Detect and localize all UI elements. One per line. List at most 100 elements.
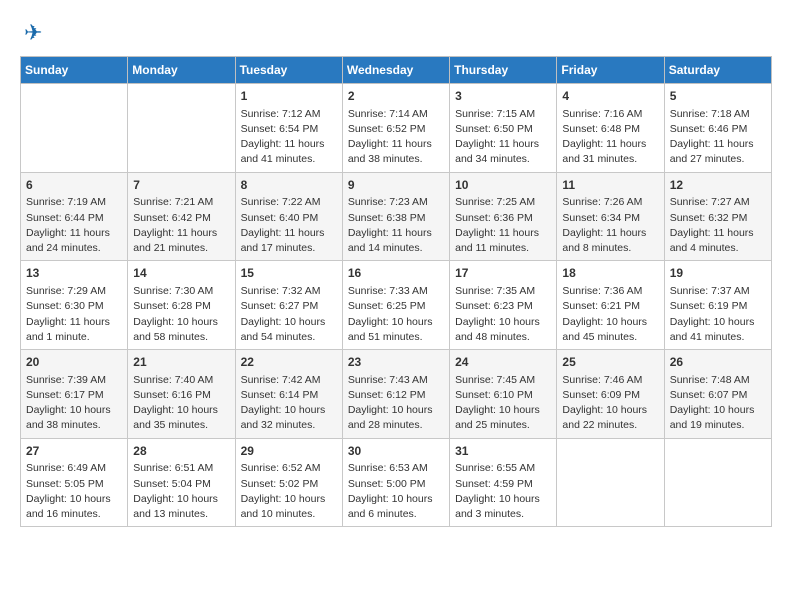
day-number: 26 xyxy=(670,354,766,371)
calendar-cell: 10Sunrise: 7:25 AM Sunset: 6:36 PM Dayli… xyxy=(450,172,557,261)
day-number: 27 xyxy=(26,443,122,460)
calendar-cell: 2 Sunrise: 7:14 AM Sunset: 6:52 PM Daylig… xyxy=(342,84,449,173)
calendar-cell: 14 Sunrise: 7:30 AM Sunset: 6:28 PM Dayli… xyxy=(128,261,235,350)
day-info: Sunrise: 7:39 AM Sunset: 6:17 PM Dayligh… xyxy=(26,373,122,434)
day-number: 10 xyxy=(455,177,551,194)
day-info: Sunrise: 7:37 AM Sunset: 6:19 PM Dayligh… xyxy=(670,284,766,345)
calendar-cell: 6Sunrise: 7:19 AM Sunset: 6:44 PM Daylig… xyxy=(21,172,128,261)
calendar-cell xyxy=(128,84,235,173)
day-of-week-header: Tuesday xyxy=(235,57,342,84)
calendar-cell: 20Sunrise: 7:39 AM Sunset: 6:17 PM Dayli… xyxy=(21,350,128,439)
day-info: Sunrise: 6:53 AM Sunset: 5:00 PM Dayligh… xyxy=(348,461,444,522)
day-number: 5 xyxy=(670,88,766,105)
day-info: Sunrise: 7:35 AM Sunset: 6:23 PM Dayligh… xyxy=(455,284,551,345)
day-number: 31 xyxy=(455,443,551,460)
day-number: 7 xyxy=(133,177,229,194)
calendar-cell: 5 Sunrise: 7:18 AM Sunset: 6:46 PM Daylig… xyxy=(664,84,771,173)
day-info: Sunrise: 7:30 AM Sunset: 6:28 PM Dayligh… xyxy=(133,284,229,345)
calendar-week-row: 27Sunrise: 6:49 AM Sunset: 5:05 PM Dayli… xyxy=(21,438,772,527)
calendar-cell: 26 Sunrise: 7:48 AM Sunset: 6:07 PM Dayli… xyxy=(664,350,771,439)
day-info: Sunrise: 7:43 AM Sunset: 6:12 PM Dayligh… xyxy=(348,373,444,434)
calendar-cell: 30Sunrise: 6:53 AM Sunset: 5:00 PM Dayli… xyxy=(342,438,449,527)
calendar-week-row: 6Sunrise: 7:19 AM Sunset: 6:44 PM Daylig… xyxy=(21,172,772,261)
calendar-cell: 13 Sunrise: 7:29 AM Sunset: 6:30 PM Dayli… xyxy=(21,261,128,350)
calendar-cell: 4 Sunrise: 7:16 AM Sunset: 6:48 PM Daylig… xyxy=(557,84,664,173)
calendar-cell xyxy=(664,438,771,527)
calendar-cell: 19 Sunrise: 7:37 AM Sunset: 6:19 PM Dayli… xyxy=(664,261,771,350)
day-of-week-header: Friday xyxy=(557,57,664,84)
calendar-cell: 15 Sunrise: 7:32 AM Sunset: 6:27 PM Dayli… xyxy=(235,261,342,350)
calendar-cell: 11Sunrise: 7:26 AM Sunset: 6:34 PM Dayli… xyxy=(557,172,664,261)
day-info: Sunrise: 7:14 AM Sunset: 6:52 PM Dayligh… xyxy=(348,107,444,168)
calendar-cell: 17 Sunrise: 7:35 AM Sunset: 6:23 PM Dayli… xyxy=(450,261,557,350)
calendar-cell: 8Sunrise: 7:22 AM Sunset: 6:40 PM Daylig… xyxy=(235,172,342,261)
day-info: Sunrise: 6:55 AM Sunset: 4:59 PM Dayligh… xyxy=(455,461,551,522)
day-of-week-header: Thursday xyxy=(450,57,557,84)
day-number: 16 xyxy=(348,265,444,282)
calendar-header-row: SundayMondayTuesdayWednesdayThursdayFrid… xyxy=(21,57,772,84)
day-info: Sunrise: 7:12 AM Sunset: 6:54 PM Dayligh… xyxy=(241,107,337,168)
day-number: 1 xyxy=(241,88,337,105)
day-info: Sunrise: 7:26 AM Sunset: 6:34 PM Dayligh… xyxy=(562,195,658,256)
calendar-cell: 9Sunrise: 7:23 AM Sunset: 6:38 PM Daylig… xyxy=(342,172,449,261)
calendar-cell: 16Sunrise: 7:33 AM Sunset: 6:25 PM Dayli… xyxy=(342,261,449,350)
day-info: Sunrise: 7:22 AM Sunset: 6:40 PM Dayligh… xyxy=(241,195,337,256)
day-number: 25 xyxy=(562,354,658,371)
day-number: 21 xyxy=(133,354,229,371)
calendar-cell: 25 Sunrise: 7:46 AM Sunset: 6:09 PM Dayli… xyxy=(557,350,664,439)
day-info: Sunrise: 7:42 AM Sunset: 6:14 PM Dayligh… xyxy=(241,373,337,434)
day-number: 6 xyxy=(26,177,122,194)
day-number: 2 xyxy=(348,88,444,105)
calendar-table: SundayMondayTuesdayWednesdayThursdayFrid… xyxy=(20,56,772,527)
day-info: Sunrise: 6:51 AM Sunset: 5:04 PM Dayligh… xyxy=(133,461,229,522)
day-number: 14 xyxy=(133,265,229,282)
day-number: 23 xyxy=(348,354,444,371)
day-info: Sunrise: 7:27 AM Sunset: 6:32 PM Dayligh… xyxy=(670,195,766,256)
day-number: 9 xyxy=(348,177,444,194)
calendar-cell: 3 Sunrise: 7:15 AM Sunset: 6:50 PM Daylig… xyxy=(450,84,557,173)
calendar-cell: 23 Sunrise: 7:43 AM Sunset: 6:12 PM Dayli… xyxy=(342,350,449,439)
logo-bird-icon: ✈ xyxy=(24,20,42,46)
day-info: Sunrise: 7:32 AM Sunset: 6:27 PM Dayligh… xyxy=(241,284,337,345)
day-info: Sunrise: 7:48 AM Sunset: 6:07 PM Dayligh… xyxy=(670,373,766,434)
day-info: Sunrise: 7:29 AM Sunset: 6:30 PM Dayligh… xyxy=(26,284,122,345)
day-of-week-header: Wednesday xyxy=(342,57,449,84)
day-info: Sunrise: 7:15 AM Sunset: 6:50 PM Dayligh… xyxy=(455,107,551,168)
day-number: 15 xyxy=(241,265,337,282)
day-of-week-header: Sunday xyxy=(21,57,128,84)
day-info: Sunrise: 7:45 AM Sunset: 6:10 PM Dayligh… xyxy=(455,373,551,434)
day-info: Sunrise: 6:52 AM Sunset: 5:02 PM Dayligh… xyxy=(241,461,337,522)
day-number: 4 xyxy=(562,88,658,105)
day-number: 3 xyxy=(455,88,551,105)
page-header: ✈ xyxy=(20,20,772,46)
calendar-cell: 1 Sunrise: 7:12 AM Sunset: 6:54 PM Daylig… xyxy=(235,84,342,173)
day-number: 11 xyxy=(562,177,658,194)
day-number: 17 xyxy=(455,265,551,282)
day-number: 8 xyxy=(241,177,337,194)
day-number: 30 xyxy=(348,443,444,460)
day-number: 13 xyxy=(26,265,122,282)
day-number: 19 xyxy=(670,265,766,282)
calendar-week-row: 1 Sunrise: 7:12 AM Sunset: 6:54 PM Daylig… xyxy=(21,84,772,173)
calendar-cell: 7Sunrise: 7:21 AM Sunset: 6:42 PM Daylig… xyxy=(128,172,235,261)
calendar-week-row: 13 Sunrise: 7:29 AM Sunset: 6:30 PM Dayli… xyxy=(21,261,772,350)
calendar-cell: 18Sunrise: 7:36 AM Sunset: 6:21 PM Dayli… xyxy=(557,261,664,350)
calendar-cell: 31Sunrise: 6:55 AM Sunset: 4:59 PM Dayli… xyxy=(450,438,557,527)
logo: ✈ xyxy=(20,20,42,46)
calendar-cell: 12Sunrise: 7:27 AM Sunset: 6:32 PM Dayli… xyxy=(664,172,771,261)
calendar-cell xyxy=(557,438,664,527)
calendar-cell: 28Sunrise: 6:51 AM Sunset: 5:04 PM Dayli… xyxy=(128,438,235,527)
calendar-cell: 24Sunrise: 7:45 AM Sunset: 6:10 PM Dayli… xyxy=(450,350,557,439)
calendar-cell: 22Sunrise: 7:42 AM Sunset: 6:14 PM Dayli… xyxy=(235,350,342,439)
day-number: 29 xyxy=(241,443,337,460)
day-info: Sunrise: 6:49 AM Sunset: 5:05 PM Dayligh… xyxy=(26,461,122,522)
day-info: Sunrise: 7:18 AM Sunset: 6:46 PM Dayligh… xyxy=(670,107,766,168)
day-info: Sunrise: 7:16 AM Sunset: 6:48 PM Dayligh… xyxy=(562,107,658,168)
day-number: 28 xyxy=(133,443,229,460)
calendar-cell: 29Sunrise: 6:52 AM Sunset: 5:02 PM Dayli… xyxy=(235,438,342,527)
day-info: Sunrise: 7:23 AM Sunset: 6:38 PM Dayligh… xyxy=(348,195,444,256)
day-number: 12 xyxy=(670,177,766,194)
calendar-cell: 27Sunrise: 6:49 AM Sunset: 5:05 PM Dayli… xyxy=(21,438,128,527)
day-of-week-header: Monday xyxy=(128,57,235,84)
day-info: Sunrise: 7:46 AM Sunset: 6:09 PM Dayligh… xyxy=(562,373,658,434)
